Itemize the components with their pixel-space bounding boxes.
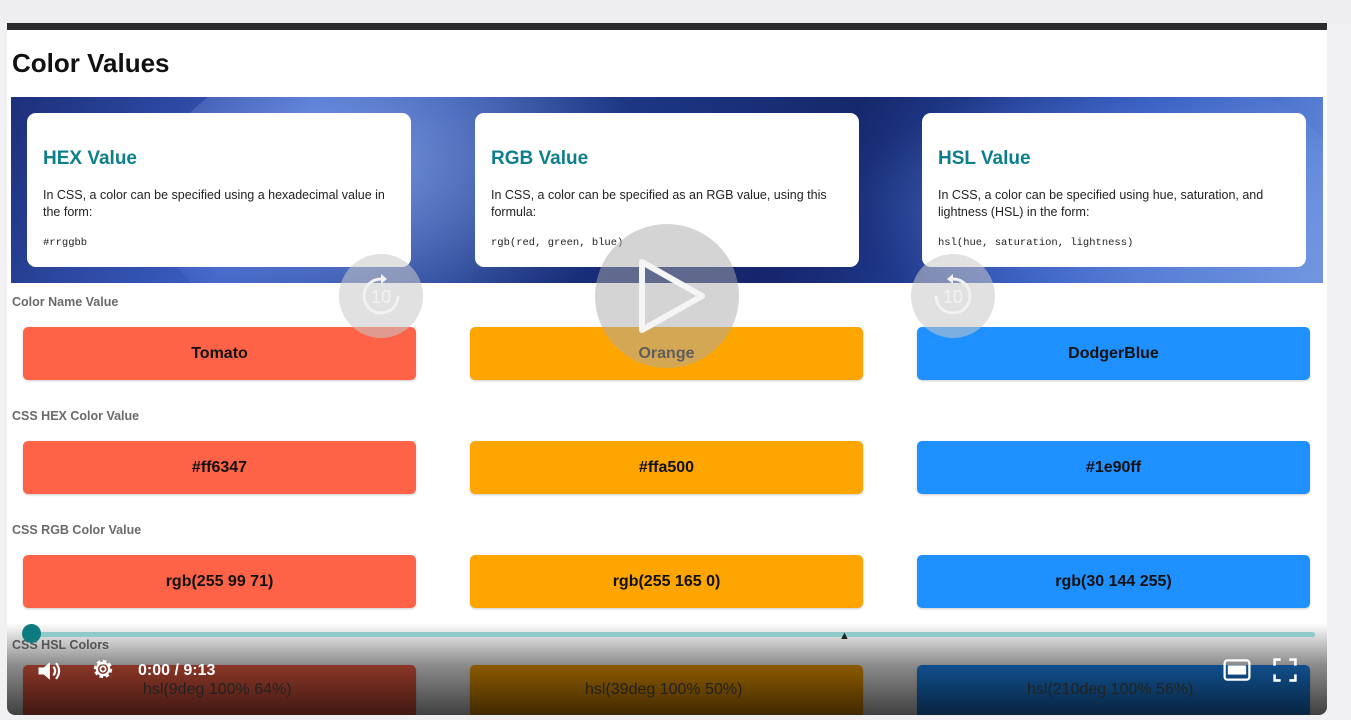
swatch-hex-dodgerblue: #1e90ff <box>917 441 1310 494</box>
swatch-dodgerblue: DodgerBlue <box>917 327 1310 380</box>
replay-10-icon: 10 <box>362 274 400 315</box>
forward-10-label: 10 <box>943 287 963 307</box>
section-label-hex: CSS HEX Color Value <box>12 409 140 423</box>
swatch-rgb-dodgerblue: rgb(30 144 255) <box>917 555 1310 608</box>
card-text: In CSS, a color can be specified using a… <box>43 188 385 219</box>
progress-scrubber[interactable] <box>22 624 41 643</box>
volume-button[interactable] <box>33 655 65 687</box>
swatch-tomato: Tomato <box>23 327 416 380</box>
video-frame[interactable]: Color Values HEX Value In CSS, a color c… <box>7 23 1327 715</box>
play-icon <box>639 259 705 333</box>
browser-top-band <box>0 0 1351 24</box>
progress-bar[interactable] <box>31 632 1315 637</box>
closed-captions-button[interactable] <box>1222 657 1252 683</box>
settings-button[interactable] <box>87 653 119 685</box>
section-label-names: Color Name Value <box>12 295 119 309</box>
settings-gear-icon <box>93 659 113 679</box>
playback-time: 0:00 / 9:13 <box>138 662 216 679</box>
swatch-hex-tomato: #ff6347 <box>23 441 416 494</box>
fullscreen-icon <box>1273 658 1297 682</box>
volume-icon <box>38 662 61 680</box>
card-title: HEX Value <box>43 148 137 169</box>
card-title: HSL Value <box>938 148 1031 169</box>
swatch-rgb-orange: rgb(255 165 0) <box>470 555 863 608</box>
card-text: In CSS, a color can be specified using h… <box>938 188 1264 219</box>
card-code: #rrggbb <box>43 237 88 249</box>
card-code: rgb(red, green, blue) <box>491 237 624 249</box>
hsl-card: HSL Value In CSS, a color can be specifi… <box>922 113 1306 267</box>
replay-10-button[interactable]: 10 <box>339 254 423 338</box>
card-title: RGB Value <box>491 148 589 169</box>
section-label-rgb: CSS RGB Color Value <box>12 523 142 537</box>
swatch-hex-orange: #ffa500 <box>470 441 863 494</box>
forward-10-icon: 10 <box>934 274 972 315</box>
swatch-rgb-tomato: rgb(255 99 71) <box>23 555 416 608</box>
hex-card: HEX Value In CSS, a color can be specifi… <box>27 113 411 267</box>
play-button[interactable] <box>595 224 739 368</box>
page-title: Color Values <box>12 48 170 78</box>
replay-10-label: 10 <box>371 287 391 307</box>
frame-top-bar <box>7 23 1327 30</box>
fullscreen-button[interactable] <box>1270 655 1300 685</box>
closed-captions-icon <box>1223 659 1251 681</box>
forward-10-button[interactable]: 10 <box>911 254 995 338</box>
hsl-value-tomato: hsl(9deg 100% 64%) <box>143 681 292 698</box>
hsl-value-orange: hsl(39deg 100% 50%) <box>585 681 743 698</box>
card-text: In CSS, a color can be specified as an R… <box>491 188 827 219</box>
mouse-cursor-icon: ▲ <box>839 630 850 642</box>
card-code: hsl(hue, saturation, lightness) <box>938 237 1134 249</box>
hsl-value-dodgerblue: hsl(210deg 100% 56%) <box>1027 681 1194 698</box>
